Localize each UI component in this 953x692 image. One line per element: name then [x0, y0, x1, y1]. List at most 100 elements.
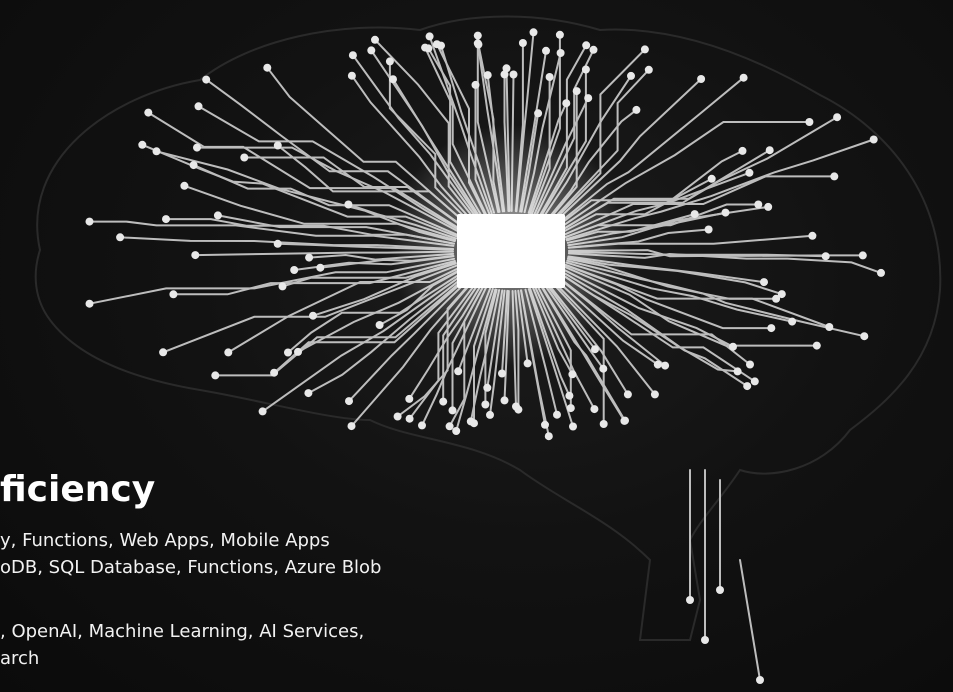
- circuit-node: [750, 377, 759, 386]
- circuit-node: [389, 75, 397, 84]
- circuit-brain-icon: [34, 15, 942, 684]
- circuit-node: [686, 596, 694, 604]
- circuit-node: [808, 231, 817, 240]
- circuit-node: [745, 168, 754, 177]
- circuit-node: [509, 70, 518, 79]
- circuit-node: [224, 348, 233, 357]
- circuit-node: [344, 200, 353, 209]
- circuit-node: [418, 421, 426, 430]
- circuit-node: [405, 414, 414, 423]
- circuit-node: [581, 65, 590, 74]
- circuit-node: [690, 210, 699, 219]
- circuit-node: [544, 432, 553, 441]
- circuit-node: [473, 31, 482, 40]
- circuit-node: [569, 422, 577, 431]
- circuit-node: [621, 416, 629, 425]
- circuit-node: [85, 299, 94, 308]
- circuit-node: [582, 41, 591, 50]
- circuit-node: [697, 75, 706, 83]
- circuit-node: [425, 32, 434, 41]
- circuit-node: [627, 71, 635, 80]
- circuit-node: [805, 118, 814, 126]
- circuit-node: [375, 321, 384, 329]
- circuit-node: [746, 360, 754, 369]
- circuit-node: [138, 140, 147, 149]
- circuit-node: [169, 290, 178, 299]
- circuit-node: [534, 109, 543, 118]
- circuit-node: [290, 266, 299, 274]
- circuit-node: [772, 294, 781, 303]
- circuit-node: [486, 410, 494, 419]
- circuit-node: [316, 263, 325, 272]
- circuit-node: [541, 420, 549, 429]
- circuit-node: [644, 65, 653, 74]
- circuit-node: [701, 636, 709, 644]
- circuit-node: [294, 347, 302, 356]
- circuit-node: [193, 143, 201, 152]
- circuit-node: [85, 217, 94, 226]
- background: ficiency y, Functions, Web Apps, Mobile …: [0, 0, 953, 692]
- circuit-node: [565, 391, 574, 400]
- circuit-node: [367, 46, 376, 55]
- circuit-node: [738, 146, 747, 155]
- circuit-node: [273, 239, 282, 248]
- circuit-node: [454, 367, 463, 376]
- circuit-node: [483, 383, 492, 392]
- circuit-node: [512, 402, 520, 411]
- circuit-node: [481, 400, 490, 409]
- circuit-node: [116, 233, 125, 242]
- circuit-node: [473, 39, 482, 48]
- circuit-node: [553, 410, 561, 419]
- circuit-node: [640, 45, 649, 54]
- circuit-node: [304, 389, 313, 398]
- circuit-node: [162, 215, 170, 224]
- circuit-node: [180, 181, 189, 190]
- circuit-node: [502, 64, 511, 73]
- circuit-node: [393, 412, 402, 421]
- text-line-4: arch: [0, 648, 40, 669]
- circuit-node: [518, 39, 527, 47]
- circuit-node: [270, 368, 279, 377]
- circuit-node: [572, 87, 581, 96]
- circuit-node: [500, 396, 509, 405]
- circuit-node: [545, 73, 554, 81]
- circuit-node: [877, 268, 885, 277]
- circuit-node: [729, 342, 737, 351]
- circuit-node: [452, 427, 461, 435]
- circuit-node: [756, 676, 764, 684]
- circuit-node: [278, 282, 287, 291]
- circuit-node: [211, 371, 220, 380]
- circuit-node: [707, 174, 716, 183]
- circuit-node: [159, 348, 168, 357]
- circuit-node: [760, 278, 768, 287]
- circuit-node: [812, 341, 821, 350]
- circuit-node: [754, 200, 763, 209]
- circuit-node: [371, 35, 379, 44]
- circuit-node: [471, 80, 480, 89]
- circuit-node: [721, 208, 730, 217]
- circuit-node: [833, 113, 842, 122]
- text-line-2: oDB, SQL Database, Functions, Azure Blob: [0, 557, 382, 578]
- circuit-node: [448, 406, 457, 415]
- circuit-node: [284, 348, 292, 357]
- circuit-node: [825, 323, 834, 331]
- circuit-node: [632, 105, 641, 114]
- circuit-node: [498, 369, 506, 378]
- circuit-trace: [739, 559, 761, 681]
- circuit-node: [348, 51, 357, 60]
- text-line-3: , OpenAI, Machine Learning, AI Services,: [0, 621, 365, 642]
- heading: ficiency: [0, 469, 156, 510]
- circuit-node: [821, 252, 830, 261]
- circuit-node: [589, 45, 598, 54]
- circuit-node: [788, 317, 797, 326]
- circuit-node: [767, 324, 776, 333]
- circuit-node: [191, 251, 200, 260]
- circuit-node: [599, 420, 608, 428]
- circuit-node: [305, 253, 314, 262]
- circuit-node: [445, 422, 454, 431]
- circuit-node: [568, 370, 577, 379]
- circuit-node: [765, 146, 774, 155]
- circuit-node: [739, 73, 748, 82]
- circuit-node: [529, 28, 538, 37]
- circuit-node: [385, 57, 394, 66]
